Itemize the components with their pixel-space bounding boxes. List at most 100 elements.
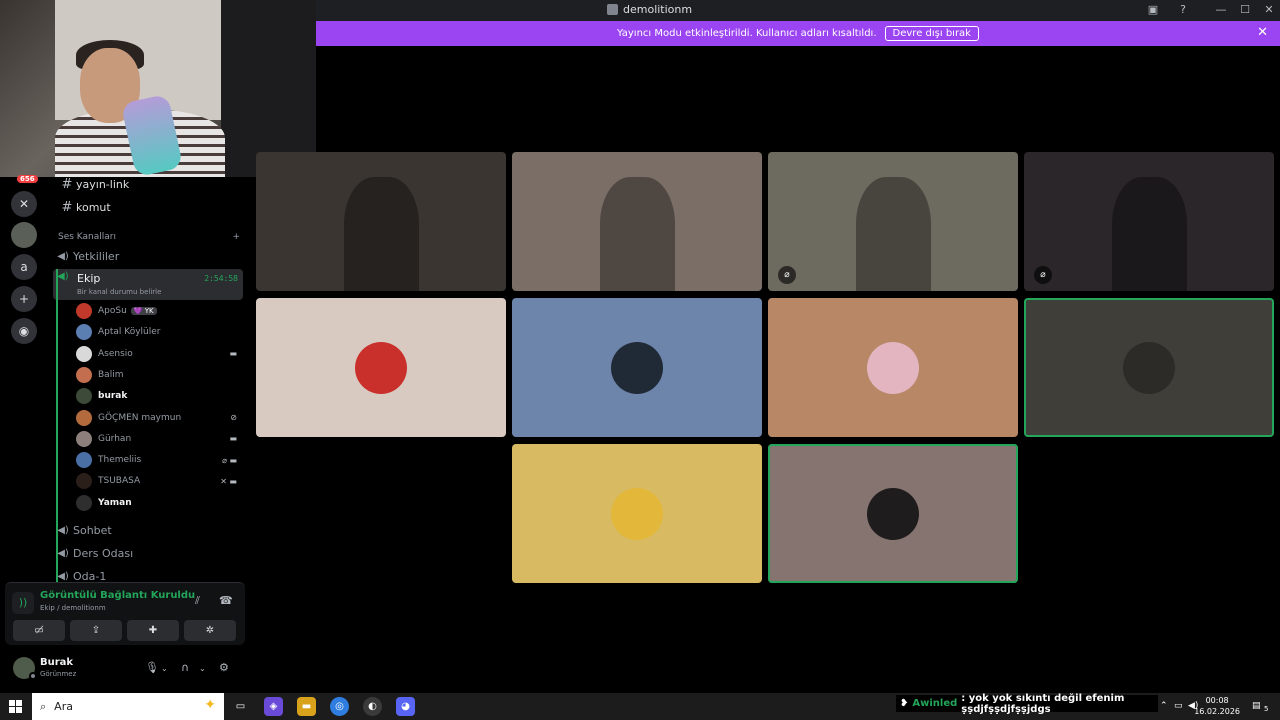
avatar: [76, 430, 92, 447]
participant-tile[interactable]: [256, 298, 506, 437]
chrome-icon[interactable]: ◎: [330, 697, 349, 716]
copilot-app-icon[interactable]: ◈: [264, 697, 283, 716]
member-name: burak: [98, 391, 128, 402]
voice-channel-yetkililer[interactable]: ◀) Yetkililer: [53, 246, 243, 266]
task-view-icon[interactable]: ▭: [231, 697, 250, 716]
member-status-icon: ⌀ ▬: [222, 455, 237, 465]
video-tile[interactable]: ⌀: [768, 152, 1018, 291]
voice-member[interactable]: ApoSu 💜 YK: [76, 302, 241, 320]
noise-suppression-icon[interactable]: ⫽: [195, 594, 200, 608]
participant-avatar: [611, 487, 663, 540]
voice-member[interactable]: GÖÇMEN maymun ⊘: [76, 409, 241, 427]
file-explorer-icon[interactable]: ▬: [297, 697, 316, 716]
avatar: [76, 366, 92, 383]
camera-toggle-button[interactable]: ▭̸: [13, 620, 65, 641]
voice-member[interactable]: Balim: [76, 366, 241, 384]
voice-connected-panel: )) Görüntülü Bağlantı Kuruldu Ekip / dem…: [5, 582, 245, 645]
minimize-button[interactable]: —: [1214, 3, 1228, 17]
connection-status: Görüntülü Bağlantı Kuruldu: [40, 590, 196, 601]
participant-tile[interactable]: [512, 444, 762, 583]
chat-user-icon: ❥: [900, 698, 909, 709]
speaker-icon: ◀): [57, 547, 69, 559]
system-clock[interactable]: 00:08 16.02.2026: [1194, 695, 1240, 717]
video-tile[interactable]: ⌀: [1024, 152, 1274, 291]
connection-location[interactable]: Ekip / demolitionm: [40, 604, 106, 612]
voice-member[interactable]: burak: [76, 387, 241, 405]
discord-taskbar-icon[interactable]: ◕: [396, 697, 415, 716]
channel-status[interactable]: Bir kanal durumu belirle: [77, 288, 161, 296]
chevron-down-icon[interactable]: ⌄: [199, 664, 206, 673]
notification-count: 5: [1264, 705, 1269, 713]
banner-message: Yayıncı Modu etkinleştirildi. Kullanıcı …: [617, 28, 877, 39]
network-icon[interactable]: ▭: [1174, 701, 1183, 711]
voice-channel-active[interactable]: ◀) Ekip 2:54:58 Bir kanal durumu belirle: [53, 269, 243, 300]
windows-start-icon[interactable]: [9, 700, 22, 713]
screen-share-button[interactable]: ⇪: [70, 620, 122, 641]
video-tile[interactable]: [256, 152, 506, 291]
role-tag: 💜 YK: [130, 307, 157, 315]
speaker-active-icon: ◀): [57, 271, 69, 282]
participant-tile[interactable]: [768, 298, 1018, 437]
member-name: Aptal Köylüler: [98, 327, 161, 338]
voice-member[interactable]: TSUBASA ✕ ▬: [76, 472, 241, 490]
stream-chat-overlay: ❥ Awinled : yok yok sıkıntı değil efenim…: [896, 692, 1158, 715]
disconnect-icon[interactable]: ☎: [219, 594, 233, 607]
activities-button[interactable]: ✚: [127, 620, 179, 641]
app-icon[interactable]: ◐: [363, 697, 382, 716]
help-icon[interactable]: ?: [1176, 3, 1190, 17]
maximize-button[interactable]: ☐: [1238, 3, 1252, 17]
channel-name: Ekip: [77, 272, 101, 285]
channel-name: komut: [76, 200, 111, 214]
member-name: Themeliis: [98, 455, 142, 466]
window-title-text: demolitionm: [623, 3, 693, 16]
settings-gear-icon[interactable]: ⚙: [219, 661, 229, 674]
member-status-icon: ▬: [229, 349, 237, 359]
voice-member[interactable]: Asensio ▬: [76, 345, 241, 363]
member-name: TSUBASA: [98, 476, 141, 487]
connection-signal-icon[interactable]: )): [12, 592, 34, 614]
tray-chevron-icon[interactable]: ⌃: [1160, 701, 1168, 711]
voice-member[interactable]: Aptal Köylüler: [76, 323, 241, 341]
add-channel-icon[interactable]: +: [232, 232, 240, 242]
banner-close-icon[interactable]: ✕: [1257, 25, 1268, 40]
microphone-icon[interactable]: 🎙︎: [145, 661, 159, 674]
chevron-down-icon[interactable]: ⌄: [161, 664, 168, 673]
voice-member[interactable]: Gürhan ▬: [76, 430, 241, 448]
search-label: Ara: [54, 700, 73, 713]
server-icon[interactable]: ✕: [11, 191, 37, 217]
chat-message: : yok yok sıkıntı değil efenim ṣṣdjfṣṣdj…: [961, 692, 1125, 715]
video-tile[interactable]: [512, 152, 762, 291]
close-window-button[interactable]: ✕: [1262, 3, 1276, 17]
disable-streamer-mode-button[interactable]: Devre dışı bırak: [884, 26, 979, 41]
channel-yayin-link[interactable]: # yayın-link: [48, 174, 250, 194]
participant-avatar: [611, 341, 663, 394]
channel-komut[interactable]: # komut: [48, 197, 250, 217]
add-server-icon[interactable]: +: [11, 286, 37, 312]
member-status-icon: ▬: [229, 434, 237, 444]
participant-tile[interactable]: [768, 444, 1018, 583]
voice-channel-sohbet[interactable]: ◀) Sohbet: [53, 520, 243, 540]
voice-member[interactable]: Themeliis ⌀ ▬: [76, 451, 241, 469]
explore-icon[interactable]: ◉: [11, 318, 37, 344]
notification-icon[interactable]: ▤: [1252, 701, 1261, 711]
window-title: demolitionm: [607, 3, 692, 16]
voice-member[interactable]: Yaman: [76, 494, 241, 512]
participant-tile[interactable]: [512, 298, 762, 437]
inbox-icon[interactable]: ▣: [1146, 3, 1160, 17]
voice-section-header[interactable]: Ses Kanalları +: [58, 232, 240, 242]
voice-channel-ders-odasi[interactable]: ◀) Ders Odası: [53, 543, 243, 563]
hashtag-icon: #: [61, 176, 73, 192]
speaker-icon: ◀): [57, 250, 69, 262]
server-icon-active[interactable]: [11, 222, 37, 248]
server-letter-icon[interactable]: a: [11, 254, 37, 280]
participant-tile[interactable]: [1024, 298, 1274, 437]
video-feed-figure: [599, 177, 675, 291]
taskbar-search[interactable]: ⌕ Ara ✦: [32, 693, 224, 720]
soundboard-button[interactable]: ✲: [184, 620, 236, 641]
channel-name: Sohbet: [73, 523, 112, 537]
streamer-mode-banner: Yayıncı Modu etkinleştirildi. Kullanıcı …: [316, 21, 1280, 46]
username[interactable]: Burak: [40, 657, 73, 668]
streamer-webcam-overlay: [0, 0, 316, 177]
avatar: [76, 303, 92, 319]
headphones-icon[interactable]: ∩: [181, 661, 189, 674]
